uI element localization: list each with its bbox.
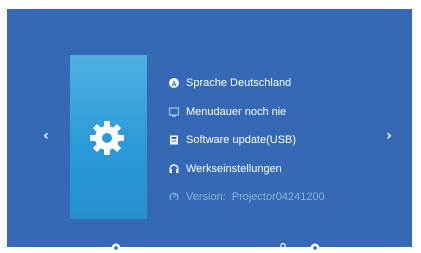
source-icon[interactable] xyxy=(111,243,121,253)
factory-reset-icon xyxy=(168,163,180,175)
settings-icon[interactable] xyxy=(310,243,320,253)
menu-item-menu-duration[interactable]: Menudauer noch nie xyxy=(168,103,286,121)
previous-page-arrow[interactable]: ‹ xyxy=(39,126,53,146)
menu-item-label: Menudauer noch nie xyxy=(186,106,287,118)
settings-category-card[interactable] xyxy=(70,55,147,219)
version-label: Version: xyxy=(186,191,226,203)
menu-item-software-update[interactable]: Software update(USB) xyxy=(168,131,296,149)
gear-icon xyxy=(90,121,124,155)
usb-update-icon xyxy=(168,134,180,146)
lock-icon[interactable] xyxy=(278,243,288,253)
menu-duration-icon xyxy=(168,106,180,118)
menu-item-factory-reset[interactable]: Werkseinstellungen xyxy=(168,160,282,178)
menu-item-label: Sprache Deutschland xyxy=(186,77,292,89)
menu-item-label: Software update(USB) xyxy=(186,134,297,146)
version-info: Version: Projector04241200 xyxy=(168,188,325,206)
menu-item-language[interactable]: A Sprache Deutschland xyxy=(168,74,291,92)
info-icon xyxy=(168,191,180,203)
language-icon: A xyxy=(168,77,180,89)
svg-text:A: A xyxy=(171,81,176,88)
menu-item-label: Werkseinstellungen xyxy=(186,163,282,175)
projector-settings-screen: ‹ › A Sprache Deutschland Menudauer noch… xyxy=(7,9,412,253)
settings-menu: A Sprache Deutschland Menudauer noch nie xyxy=(168,68,388,208)
version-value: Projector04241200 xyxy=(231,191,325,203)
